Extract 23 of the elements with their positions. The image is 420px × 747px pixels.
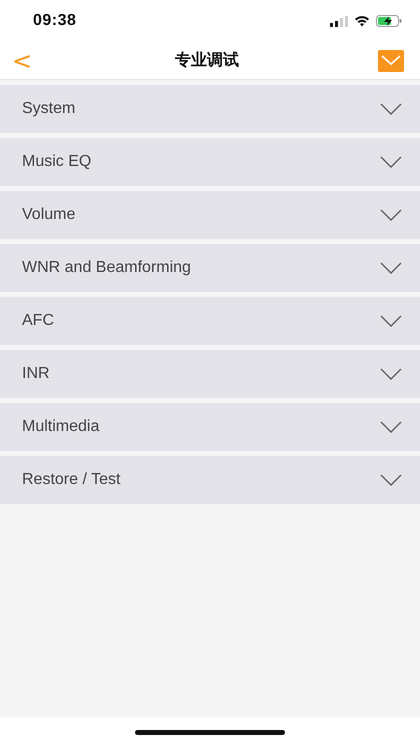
section-header[interactable]: Multimedia xyxy=(0,403,420,451)
chevron-icon xyxy=(380,421,402,433)
chevron-icon xyxy=(380,368,402,380)
section-header[interactable]: System xyxy=(0,85,420,133)
chevron-icon xyxy=(380,315,402,327)
section-header[interactable]: Volume xyxy=(0,191,420,239)
mail-button[interactable] xyxy=(378,50,404,72)
section-header[interactable]: Music EQ xyxy=(0,138,420,186)
wifi-icon xyxy=(354,15,370,27)
section-header[interactable]: AFC xyxy=(0,297,420,345)
chevron-icon xyxy=(380,209,402,221)
signal-icon xyxy=(330,16,348,26)
envelope-icon xyxy=(380,54,401,66)
status-time: 09:38 xyxy=(33,12,76,30)
chevron-icon xyxy=(380,262,402,274)
page-title: 专业调试 xyxy=(175,50,240,71)
battery-icon xyxy=(376,15,402,27)
chevron-icon xyxy=(380,474,402,486)
section-header[interactable]: INR xyxy=(0,350,420,398)
section-header[interactable]: WNR and Beamforming xyxy=(0,244,420,292)
chevron-icon xyxy=(380,103,402,115)
chevron-icon xyxy=(380,156,402,168)
section-header[interactable]: Restore / Test xyxy=(0,456,420,504)
